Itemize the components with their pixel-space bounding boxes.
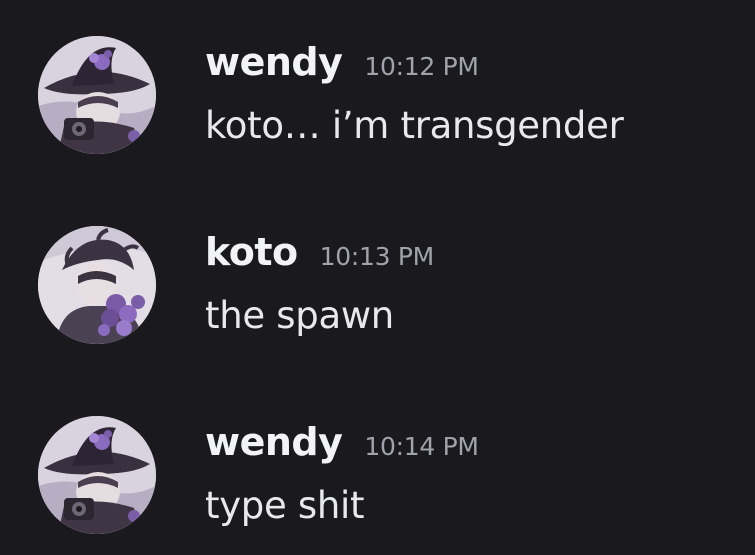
message-content: type shit	[205, 484, 365, 527]
username[interactable]: wendy	[205, 420, 343, 464]
witch-hat-camera-avatar-icon	[38, 416, 156, 534]
username[interactable]: wendy	[205, 40, 343, 84]
chat-message: wendy 10:14 PM type shit	[0, 380, 755, 534]
message-content: koto… i’m transgender	[205, 104, 624, 147]
user-avatar[interactable]	[38, 36, 156, 154]
timestamp: 10:13 PM	[319, 242, 435, 271]
username[interactable]: koto	[205, 230, 298, 274]
chat-message: koto 10:13 PM the spawn	[0, 190, 755, 344]
message-list: wendy 10:12 PM koto… i’m transgender kot…	[0, 0, 755, 555]
witch-hat-camera-avatar-icon	[38, 36, 156, 154]
user-avatar[interactable]	[38, 416, 156, 534]
message-header: koto 10:13 PM	[205, 230, 434, 274]
message-header: wendy 10:14 PM	[205, 420, 479, 464]
chat-message: wendy 10:12 PM koto… i’m transgender	[0, 0, 755, 154]
timestamp: 10:14 PM	[364, 432, 479, 461]
message-header: wendy 10:12 PM	[205, 40, 479, 84]
timestamp: 10:12 PM	[364, 52, 479, 81]
user-avatar[interactable]	[38, 226, 156, 344]
purple-flowers-avatar-icon	[38, 226, 156, 344]
message-content: the spawn	[205, 294, 394, 337]
